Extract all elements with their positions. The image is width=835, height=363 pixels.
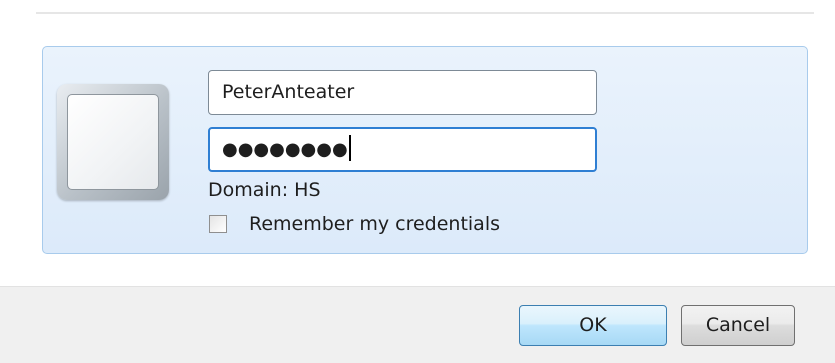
credential-dialog: { "credentials": { "username_value": "Pe… [0, 0, 835, 363]
top-divider [36, 12, 814, 14]
ok-button[interactable]: OK [519, 305, 667, 346]
text-caret [348, 135, 351, 161]
remember-credentials-label[interactable]: Remember my credentials [249, 212, 500, 236]
password-field[interactable]: ●●●●●●●● [208, 127, 597, 172]
remember-credentials-option[interactable]: Remember my credentials [208, 211, 500, 237]
password-mask: ●●●●●●●● [222, 139, 348, 160]
cancel-button[interactable]: Cancel [681, 305, 795, 346]
username-value: PeterAnteater [222, 81, 355, 103]
user-tile-icon [57, 84, 169, 200]
domain-label: Domain: HS [208, 179, 321, 201]
remember-credentials-checkbox[interactable] [209, 215, 227, 233]
username-field[interactable]: PeterAnteater [208, 70, 597, 115]
